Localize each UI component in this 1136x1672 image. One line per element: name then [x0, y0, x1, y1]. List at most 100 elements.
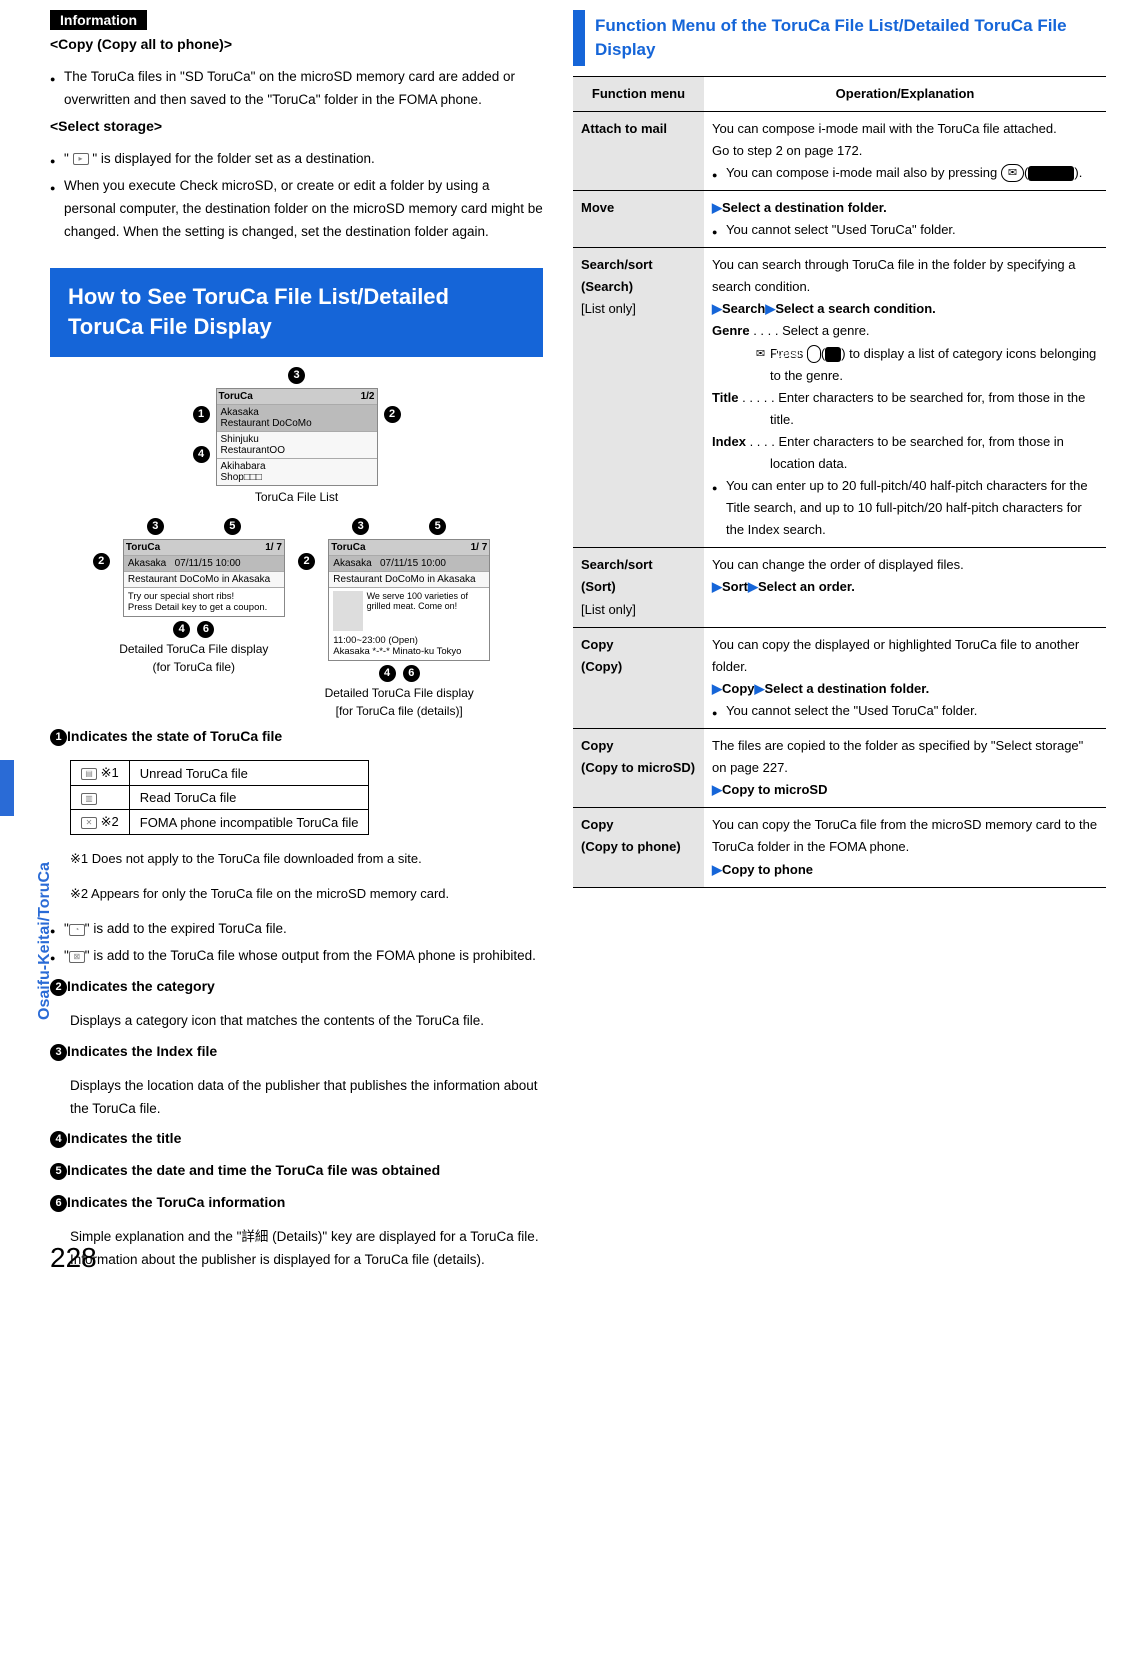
- callout-4-label: 4: [50, 1131, 67, 1148]
- text: 1/ 7: [471, 542, 488, 553]
- text: Copy to microSD: [722, 782, 827, 797]
- arrow-icon: ▶: [765, 301, 775, 316]
- text: ※1: [101, 765, 119, 780]
- clock-icon: ◔: [69, 924, 85, 936]
- figure-caption-det1a: Detailed ToruCa File display: [93, 642, 295, 656]
- text: . . . .: [750, 323, 783, 338]
- callout-3-label: 3: [50, 1044, 67, 1061]
- text: Indicates the title: [67, 1130, 181, 1146]
- text: 07/11/15 10:00: [380, 558, 446, 569]
- text: Indicates the ToruCa information: [67, 1194, 285, 1210]
- text: Copy: [581, 637, 614, 652]
- arrow-icon: ▶: [712, 862, 722, 877]
- text: Copy: [581, 817, 614, 832]
- callout-2: 2: [384, 406, 401, 423]
- sec2-body: Displays a category icon that matches th…: [70, 1010, 543, 1033]
- callout-4b: 4: [173, 621, 190, 638]
- text: You can enter up to 20 full-pitch/40 hal…: [712, 475, 1098, 541]
- mail-key-icon: ✉: [807, 345, 821, 363]
- callout-1: 1: [193, 406, 210, 423]
- black-key-icon: [1028, 166, 1074, 181]
- text: Index: [712, 434, 746, 449]
- text: Try our special short ribs! Press Detail…: [124, 587, 284, 616]
- phone-mock-detail-2: ToruCa1/ 7 Akasaka 07/11/15 10:00 Restau…: [328, 539, 490, 661]
- text: " is displayed for the folder set as a d…: [92, 151, 374, 166]
- text: Restaurant DoCoMo in Akasaka: [128, 574, 270, 585]
- text: Go to step 2 on page 172.: [712, 143, 862, 158]
- phone-mock-list: ToruCa1/2 AkasakaRestaurant DoCoMo Shinj…: [216, 388, 378, 486]
- figure-caption-list: ToruCa File List: [50, 490, 543, 504]
- text: ": [64, 151, 69, 166]
- sec3-body: Displays the location data of the publis…: [70, 1075, 543, 1121]
- text: You can copy the displayed or highlighte…: [712, 637, 1079, 674]
- fn-copy-microsd: Copy (Copy to microSD): [573, 729, 704, 808]
- figure-caption-det1b: (for ToruCa file): [93, 660, 295, 674]
- text: [List only]: [581, 301, 636, 316]
- state-incompat-text: FOMA phone incompatible ToruCa file: [129, 810, 369, 835]
- state-table: ▤ ※1Unread ToruCa file ▥Read ToruCa file…: [70, 760, 369, 835]
- text: Enter characters to be searched for, fro…: [770, 434, 1064, 471]
- figure-caption-det2b: [for ToruCa file (details)]: [298, 704, 500, 718]
- function-menu-title-box: Function Menu of the ToruCa File List/De…: [573, 10, 1106, 66]
- text: Genre: [712, 323, 750, 338]
- callout-3c: 3: [352, 518, 369, 535]
- callout-6: 6: [197, 621, 214, 638]
- callout-2b: 2: [93, 553, 110, 570]
- icon-incompat: ✕ ※2: [71, 810, 130, 835]
- footnote-2: ※2 Appears for only the ToruCa file on t…: [70, 883, 543, 905]
- table-row: Copy (Copy to phone) You can copy the To…: [573, 808, 1106, 887]
- text: You can change the order of displayed fi…: [712, 557, 964, 572]
- mail-key-icon: ✉: [1001, 164, 1024, 182]
- callout-6-label: 6: [50, 1195, 67, 1212]
- callout-1-label: 1: [50, 729, 67, 746]
- left-column: Information <Copy (Copy all to phone)> T…: [0, 10, 563, 1274]
- text: Shop□□□: [221, 472, 262, 483]
- callout-4c: 4: [379, 665, 396, 682]
- select-storage-heading: <Select storage>: [50, 118, 543, 134]
- text: Akasaka: [128, 558, 166, 569]
- table-row: Copy (Copy) You can copy the displayed o…: [573, 627, 1106, 728]
- sec5-heading: 5Indicates the date and time the ToruCa …: [50, 1162, 543, 1180]
- arrow-icon: ▶: [755, 681, 765, 696]
- select-bullet-2: When you execute Check microSD, or creat…: [50, 175, 543, 244]
- text: You can search through ToruCa file in th…: [712, 257, 1076, 294]
- text: You cannot select "Used ToruCa" folder.: [712, 219, 1098, 241]
- callout-5-label: 5: [50, 1163, 67, 1180]
- text: (Sort): [581, 579, 616, 594]
- text: Select a search condition.: [775, 301, 935, 316]
- table-row: Copy (Copy to microSD) The files are cop…: [573, 729, 1106, 808]
- text: Enter characters to be searched for, fro…: [770, 390, 1085, 427]
- section-title-blue: How to See ToruCa File List/Detailed Tor…: [50, 268, 543, 358]
- text: Select a destination folder.: [765, 681, 930, 696]
- text: Copy to phone: [722, 862, 813, 877]
- function-table-h1: Function menu: [573, 76, 704, 111]
- text: Shinjuku: [221, 434, 259, 445]
- text: (Copy to microSD): [581, 760, 695, 775]
- card-unread-icon: ▤: [81, 768, 97, 780]
- fn-search: Search/sort (Search) [List only]: [573, 248, 704, 548]
- text: Akihabara: [221, 461, 266, 472]
- sec2-heading: 2Indicates the category: [50, 978, 543, 996]
- text: Search: [722, 301, 765, 316]
- fn-copy-desc: You can copy the displayed or highlighte…: [704, 627, 1106, 728]
- state-read-text: Read ToruCa file: [129, 786, 369, 810]
- text: 07/11/15 10:00: [175, 558, 241, 569]
- sec6-heading: 6Indicates the ToruCa information: [50, 1194, 543, 1212]
- state-heading: 1Indicates the state of ToruCa file: [50, 728, 543, 746]
- arrow-icon: ▶: [712, 782, 722, 797]
- fn-copy-phone: Copy (Copy to phone): [573, 808, 704, 887]
- destination-folder-icon: ▸: [73, 153, 89, 165]
- fn-move-desc: ▶Select a destination folder. You cannot…: [704, 190, 1106, 247]
- figure-toruca-details: 3 5 2 ToruCa1/ 7 Akasaka 07/11/15 10:00 …: [50, 514, 543, 718]
- fn-sort: Search/sort (Sort) [List only]: [573, 548, 704, 627]
- arrow-icon: ▶: [712, 579, 722, 594]
- function-table: Function menu Operation/Explanation Atta…: [573, 76, 1106, 888]
- text: 1/2: [361, 391, 375, 402]
- footnote-prohibited: "⊠" is add to the ToruCa file whose outp…: [50, 945, 543, 968]
- fn-copy: Copy (Copy): [573, 627, 704, 728]
- detail2-body: We serve 100 varieties of grilled meat. …: [329, 587, 489, 660]
- copy-body: The ToruCa files in "SD ToruCa" on the m…: [50, 66, 543, 112]
- arrow-icon: ▶: [748, 579, 758, 594]
- text: Copy: [722, 681, 755, 696]
- fn-attach-to-mail: Attach to mail: [573, 111, 704, 190]
